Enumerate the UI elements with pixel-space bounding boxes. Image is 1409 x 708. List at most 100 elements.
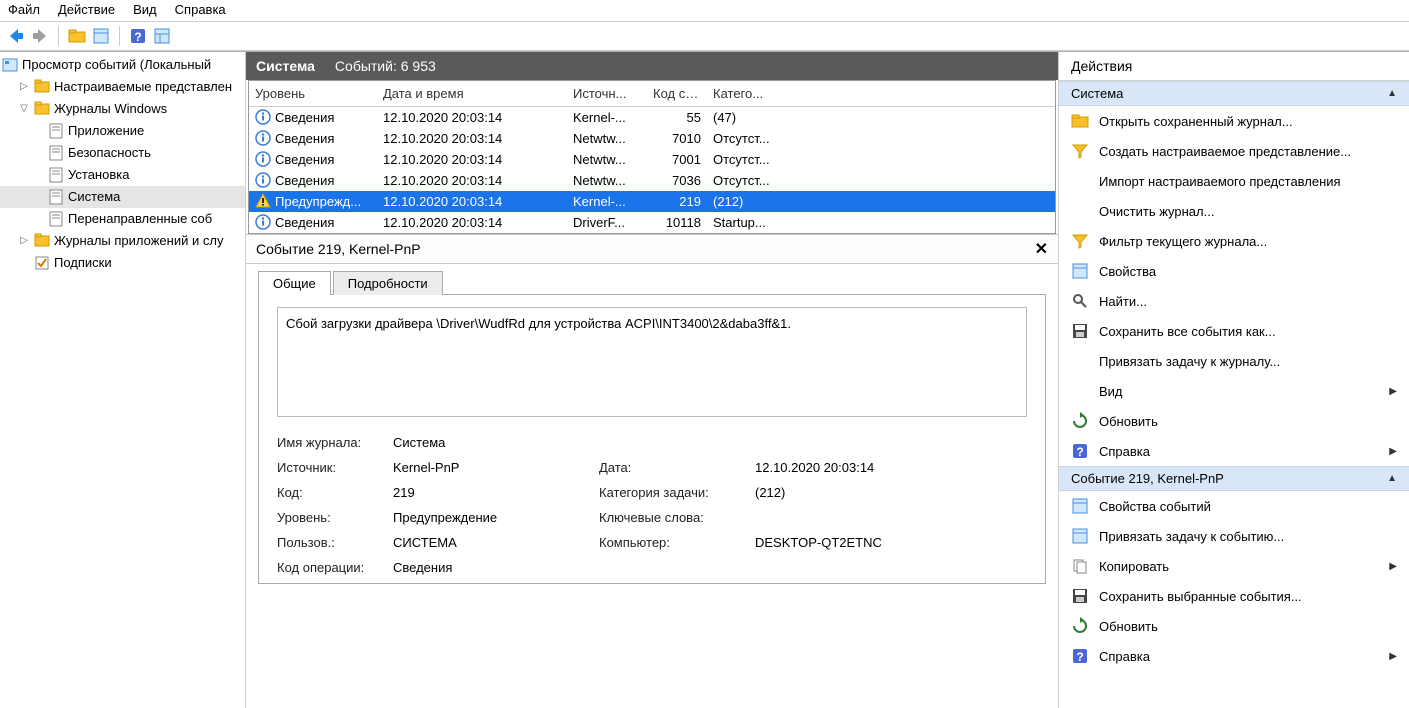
detail-message: Сбой загрузки драйвера \Driver\WudfRd дл… — [277, 307, 1027, 417]
action-item[interactable]: Импорт настраиваемого представления — [1059, 166, 1409, 196]
lbl-task: Категория задачи: — [599, 485, 749, 500]
table-row[interactable]: Сведения12.10.2020 20:03:14Kernel-...55(… — [249, 107, 1055, 128]
lbl-id: Код: — [277, 485, 387, 500]
chevron-right-icon: ▶ — [1389, 386, 1397, 397]
toolbar: ? — [0, 22, 1409, 50]
action-label: Фильтр текущего журнала... — [1099, 234, 1267, 249]
action-item[interactable]: Свойства событий — [1059, 491, 1409, 521]
tree-custom-views[interactable]: ▷ Настраиваемые представлен — [0, 76, 245, 98]
tree-label: Приложение — [68, 120, 144, 142]
tree-forwarded[interactable]: Перенаправленные соб — [0, 208, 245, 230]
val-date: 12.10.2020 20:03:14 — [755, 460, 1027, 475]
action-label: Обновить — [1099, 414, 1158, 429]
action-item[interactable]: Вид▶ — [1059, 376, 1409, 406]
forward-icon[interactable] — [30, 26, 50, 46]
tab-general[interactable]: Общие — [258, 271, 331, 295]
action-label: Импорт настраиваемого представления — [1099, 174, 1341, 189]
tree-subscriptions[interactable]: Подписки — [0, 252, 245, 274]
tree-win-logs[interactable]: ▽ Журналы Windows — [0, 98, 245, 120]
action-item[interactable]: Сохранить выбранные события... — [1059, 581, 1409, 611]
tree-root-label: Просмотр событий (Локальный — [22, 54, 211, 76]
chevron-right-icon: ▶ — [1389, 561, 1397, 572]
action-label: Справка — [1099, 444, 1150, 459]
tree-label: Установка — [68, 164, 129, 186]
tree-label: Настраиваемые представлен — [54, 76, 232, 98]
action-label: Свойства событий — [1099, 499, 1211, 514]
event-table: Уровень Дата и время Источн... Код со...… — [248, 80, 1056, 234]
menu-view[interactable]: Вид — [133, 2, 157, 17]
action-item[interactable]: Сохранить все события как... — [1059, 316, 1409, 346]
props-icon[interactable] — [91, 26, 111, 46]
menubar[interactable]: Файл Действие Вид Справка — [0, 0, 1409, 21]
table-row[interactable]: Сведения12.10.2020 20:03:14Netwtw...7036… — [249, 170, 1055, 191]
action-item[interactable]: Привязать задачу к событию... — [1059, 521, 1409, 551]
action-item[interactable]: Очистить журнал... — [1059, 196, 1409, 226]
lbl-date: Дата: — [599, 460, 749, 475]
action-item[interactable]: Копировать▶ — [1059, 551, 1409, 581]
val-computer: DESKTOP-QT2ETNC — [755, 535, 1027, 550]
help-icon: ? — [1071, 647, 1089, 665]
action-item[interactable]: Свойства — [1059, 256, 1409, 286]
tree-system[interactable]: Система — [0, 186, 245, 208]
open-icon[interactable] — [67, 26, 87, 46]
action-label: Сохранить все события как... — [1099, 324, 1276, 339]
val-task: (212) — [755, 485, 1027, 500]
none-icon — [1071, 202, 1089, 220]
actions-group-system[interactable]: Система ▲ — [1059, 81, 1409, 106]
col-date[interactable]: Дата и время — [377, 86, 567, 101]
table-row[interactable]: Сведения12.10.2020 20:03:14Netwtw...7010… — [249, 128, 1055, 149]
back-icon[interactable] — [6, 26, 26, 46]
table-header[interactable]: Уровень Дата и время Источн... Код со...… — [249, 81, 1055, 107]
close-icon[interactable]: ✕ — [1035, 239, 1048, 259]
center-panel: Система Событий: 6 953 Уровень Дата и вр… — [246, 52, 1059, 708]
actions-group-event[interactable]: Событие 219, Kernel-PnP ▲ — [1059, 466, 1409, 491]
action-item[interactable]: Создать настраиваемое представление... — [1059, 136, 1409, 166]
action-item[interactable]: Найти... — [1059, 286, 1409, 316]
actions-group-label: Событие 219, Kernel-PnP — [1071, 471, 1224, 486]
detail-tabs: Общие Подробности — [246, 264, 1058, 294]
action-item[interactable]: Фильтр текущего журнала... — [1059, 226, 1409, 256]
action-item[interactable]: Привязать задачу к журналу... — [1059, 346, 1409, 376]
tree-application[interactable]: Приложение — [0, 120, 245, 142]
tree-panel: Просмотр событий (Локальный ▷ Настраивае… — [0, 52, 246, 708]
table-row[interactable]: Сведения12.10.2020 20:03:14Netwtw...7001… — [249, 149, 1055, 170]
action-item[interactable]: ?Справка▶ — [1059, 436, 1409, 466]
tree-security[interactable]: Безопасность — [0, 142, 245, 164]
tree-label: Журналы приложений и слу — [54, 230, 223, 252]
col-level[interactable]: Уровень — [249, 86, 377, 101]
tree-label: Перенаправленные соб — [68, 208, 212, 230]
window-icon[interactable] — [152, 26, 172, 46]
action-item[interactable]: Открыть сохраненный журнал... — [1059, 106, 1409, 136]
menu-help[interactable]: Справка — [175, 2, 226, 17]
funnel-icon — [1071, 232, 1089, 250]
menu-file[interactable]: Файл — [8, 2, 40, 17]
detail-header: Событие 219, Kernel-PnP ✕ — [246, 234, 1058, 264]
chevron-up-icon: ▲ — [1387, 473, 1397, 484]
tree-app-services[interactable]: ▷ Журналы приложений и слу — [0, 230, 245, 252]
tree-label: Подписки — [54, 252, 112, 274]
lbl-user: Пользов.: — [277, 535, 387, 550]
col-category[interactable]: Катего... — [707, 86, 797, 101]
col-source[interactable]: Источн... — [567, 86, 647, 101]
find-icon — [1071, 292, 1089, 310]
action-label: Найти... — [1099, 294, 1147, 309]
tree-root[interactable]: Просмотр событий (Локальный — [0, 54, 245, 76]
action-item[interactable]: Обновить — [1059, 406, 1409, 436]
tree-label: Система — [68, 186, 120, 208]
tree-label: Журналы Windows — [54, 98, 167, 120]
menu-action[interactable]: Действие — [58, 2, 115, 17]
action-item[interactable]: Обновить — [1059, 611, 1409, 641]
none-icon — [1071, 172, 1089, 190]
lbl-keywords: Ключевые слова: — [599, 510, 749, 525]
col-id[interactable]: Код со... — [647, 86, 707, 101]
help-icon[interactable]: ? — [128, 26, 148, 46]
tree-setup[interactable]: Установка — [0, 164, 245, 186]
action-item[interactable]: ?Справка▶ — [1059, 641, 1409, 671]
tab-details[interactable]: Подробности — [333, 271, 443, 295]
lbl-log-name: Имя журнала: — [277, 435, 387, 450]
table-row[interactable]: Предупрежд...12.10.2020 20:03:14Kernel-.… — [249, 191, 1055, 212]
table-row[interactable]: Сведения12.10.2020 20:03:14DriverF...101… — [249, 212, 1055, 233]
val-id: 219 — [393, 485, 593, 500]
detail-box: Сбой загрузки драйвера \Driver\WudfRd дл… — [258, 294, 1046, 584]
action-label: Обновить — [1099, 619, 1158, 634]
